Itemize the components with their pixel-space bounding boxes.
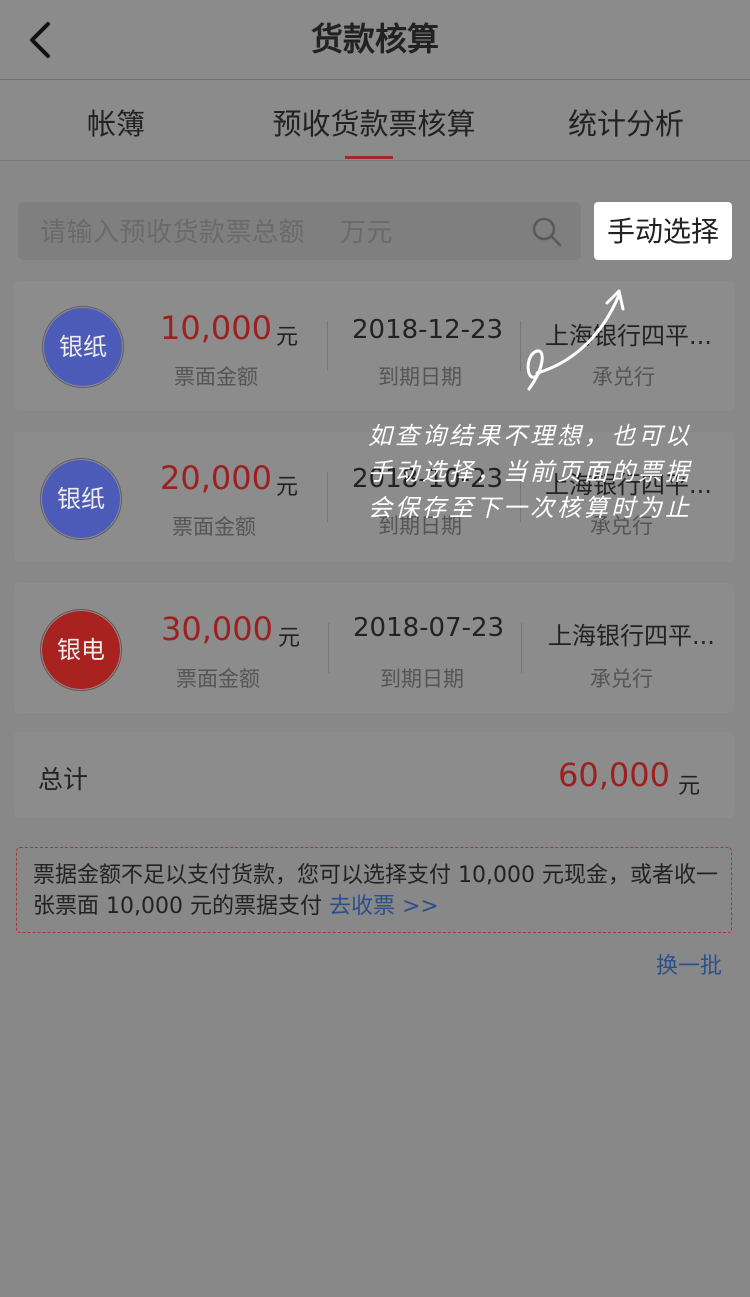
ticket-amount-label: 票面金额: [172, 515, 256, 539]
payment-notice: 票据金额不足以支付货款，您可以选择支付 10,000 元现金，或者收一张票面 1…: [16, 847, 732, 933]
page-title: 货款核算: [310, 20, 439, 58]
tab-ledger[interactable]: 帐簿: [40, 80, 192, 160]
annotation-arrow-icon: [526, 289, 625, 391]
ticket-card[interactable]: 银电 30,000 元 票面金额 2018-07-23 到期日期 上海银行四平.…: [14, 583, 734, 713]
total-row: 总计 60,000 元: [14, 732, 734, 818]
divider: [327, 472, 328, 522]
ticket-type-badge: 银电: [42, 611, 120, 689]
ticket-type-badge: 银纸: [44, 308, 122, 386]
ticket-due-label: 到期日期: [380, 667, 464, 691]
tab-statistics[interactable]: 统计分析: [552, 80, 700, 160]
ticket-unit: 元: [276, 475, 299, 500]
ticket-amount: 10,000: [160, 309, 272, 347]
ticket-unit: 元: [276, 325, 299, 350]
notice-text: 票据金额不足以支付货款，您可以选择支付 10,000 元现金，或者收一张票面 1…: [33, 860, 723, 922]
total-amount: 60,000: [558, 756, 670, 794]
change-batch-link[interactable]: 换一批: [656, 948, 722, 980]
tab-bar: 帐簿 预收货款票核算 统计分析: [0, 80, 750, 161]
chevron-left-icon: [30, 22, 50, 58]
divider: [327, 321, 328, 371]
collect-ticket-link[interactable]: 去收票 >>: [329, 894, 439, 919]
divider: [521, 623, 522, 673]
ticket-amount-label: 票面金额: [174, 365, 258, 389]
ticket-amount: 20,000: [160, 459, 272, 497]
back-button[interactable]: [22, 18, 62, 62]
help-annotation: 如查询结果不理想，也可以手动选择，当前页面的票据会保存至下一次核算时为止: [368, 422, 692, 522]
manual-select-button[interactable]: 手动选择: [594, 202, 732, 260]
search-placeholder: 请输入预收货款票总额 万元: [40, 218, 394, 248]
total-label: 总计: [38, 765, 89, 794]
search-icon[interactable]: [531, 216, 563, 248]
ticket-amount-label: 票面金额: [176, 667, 260, 691]
active-tab-indicator: [345, 156, 393, 159]
search-input[interactable]: 请输入预收货款票总额 万元: [18, 202, 581, 260]
total-unit: 元: [678, 774, 701, 799]
ticket-type-badge: 银纸: [42, 460, 120, 538]
ticket-due-date: 2018-12-23: [352, 315, 504, 345]
ticket-due-label: 到期日期: [378, 365, 462, 389]
ticket-due-date: 2018-07-23: [353, 613, 505, 643]
ticket-bank-label: 承兑行: [590, 667, 653, 691]
divider: [328, 623, 329, 673]
tab-prepaid-ticket-accounting[interactable]: 预收货款票核算: [264, 80, 484, 160]
ticket-amount: 30,000: [161, 610, 273, 648]
ticket-bank: 上海银行四平...: [548, 622, 715, 650]
ticket-unit: 元: [278, 626, 301, 651]
